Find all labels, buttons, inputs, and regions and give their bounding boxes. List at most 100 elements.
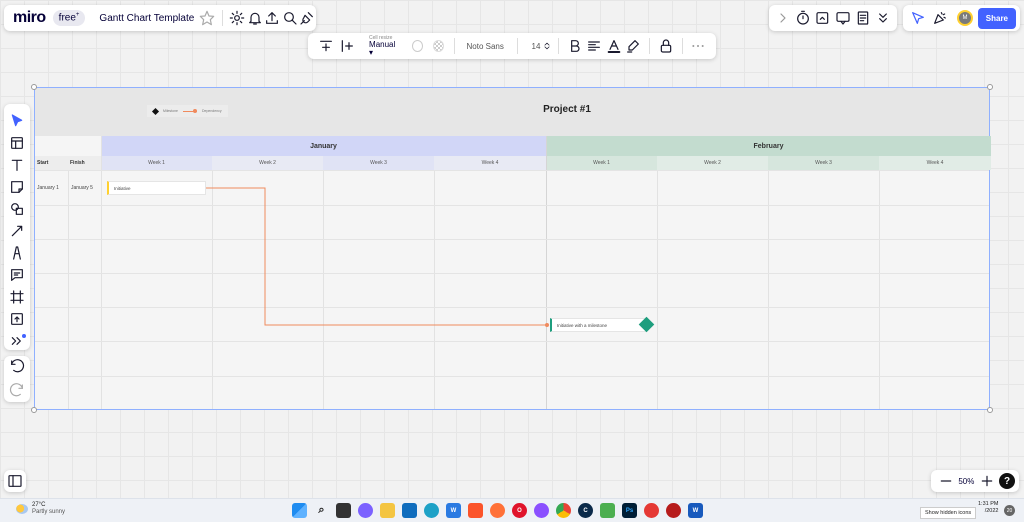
add-column-icon[interactable] bbox=[338, 35, 358, 57]
help-button[interactable]: ? bbox=[999, 473, 1015, 489]
browser-icon[interactable] bbox=[534, 503, 549, 518]
bold-icon[interactable] bbox=[565, 35, 585, 57]
avatar[interactable]: M bbox=[957, 10, 973, 26]
media-icon[interactable] bbox=[644, 503, 659, 518]
lock-icon[interactable] bbox=[656, 35, 676, 57]
week-header[interactable]: Week 2 bbox=[657, 156, 768, 170]
task-card-initiative-milestone[interactable]: Initiative with a milestone bbox=[550, 318, 646, 332]
more-options-icon[interactable] bbox=[688, 35, 708, 57]
project-title[interactable]: Project #1 bbox=[35, 104, 989, 115]
firefox-icon[interactable] bbox=[490, 503, 505, 518]
wps-icon[interactable]: W bbox=[446, 503, 461, 518]
search-icon[interactable] bbox=[281, 7, 298, 29]
resize-handle-top-left[interactable] bbox=[31, 84, 37, 90]
teams-chat-icon[interactable] bbox=[358, 503, 373, 518]
resize-handle-bottom-left[interactable] bbox=[31, 407, 37, 413]
text-tool-icon[interactable] bbox=[6, 156, 28, 175]
row-start-date[interactable]: January 1 bbox=[37, 185, 59, 191]
frame-icon[interactable] bbox=[6, 287, 28, 306]
notes-icon[interactable] bbox=[853, 7, 873, 29]
gear-icon[interactable] bbox=[229, 7, 246, 29]
bell-icon[interactable] bbox=[246, 7, 263, 29]
week-header[interactable]: Week 4 bbox=[434, 156, 546, 170]
star-icon[interactable] bbox=[198, 7, 215, 29]
resize-handle-bottom-right[interactable] bbox=[987, 407, 993, 413]
board-header: miro free+ Gantt Chart Template bbox=[4, 5, 316, 31]
connection-line-icon[interactable] bbox=[6, 222, 28, 241]
photoshop-icon[interactable]: Ps bbox=[622, 503, 637, 518]
plan-badge[interactable]: free+ bbox=[52, 10, 86, 26]
more-tools-icon[interactable] bbox=[6, 331, 28, 350]
font-size-value[interactable]: 14 bbox=[530, 42, 542, 51]
reactions-icon[interactable] bbox=[813, 7, 833, 29]
word-icon[interactable]: W bbox=[688, 503, 703, 518]
plug-icon[interactable] bbox=[299, 7, 316, 29]
select-cursor-icon[interactable] bbox=[6, 112, 28, 131]
frames-panel-toggle[interactable] bbox=[4, 470, 26, 492]
transparency-swatch[interactable] bbox=[432, 40, 444, 52]
sidebar-panel-icon bbox=[4, 470, 26, 492]
system-clock[interactable]: 1:31 PM /2022 bbox=[978, 501, 998, 514]
templates-icon[interactable] bbox=[6, 134, 28, 153]
row-finish-date[interactable]: January 5 bbox=[71, 185, 93, 191]
celebrate-icon[interactable] bbox=[929, 7, 951, 29]
redo-icon[interactable] bbox=[6, 380, 28, 402]
shapes-icon[interactable] bbox=[6, 200, 28, 219]
week-header[interactable]: Week 1 bbox=[101, 156, 212, 170]
highlight-icon[interactable] bbox=[624, 35, 644, 57]
outlook-icon[interactable] bbox=[402, 503, 417, 518]
comment-tool-icon[interactable] bbox=[6, 265, 28, 284]
double-chevron-down-icon[interactable] bbox=[873, 7, 893, 29]
recorder-icon[interactable] bbox=[666, 503, 681, 518]
task-view-icon[interactable] bbox=[336, 503, 351, 518]
notepad-icon[interactable] bbox=[600, 503, 615, 518]
search-icon[interactable]: ⌕ bbox=[314, 503, 329, 518]
chevron-right-icon[interactable] bbox=[773, 7, 793, 29]
undo-icon[interactable] bbox=[6, 356, 28, 378]
windows-start-icon[interactable] bbox=[292, 503, 307, 518]
cell-resize-value-text: Manual bbox=[369, 39, 396, 49]
cortana-icon[interactable]: C bbox=[578, 503, 593, 518]
file-explorer-icon[interactable] bbox=[380, 503, 395, 518]
board-title[interactable]: Gantt Chart Template bbox=[99, 13, 194, 24]
grid-line bbox=[35, 376, 989, 377]
week-header[interactable]: Week 3 bbox=[323, 156, 434, 170]
miro-logo[interactable]: miro bbox=[13, 9, 46, 27]
column-header-finish[interactable]: Finish bbox=[68, 156, 101, 170]
timer-icon[interactable] bbox=[793, 7, 813, 29]
zoom-out-icon[interactable] bbox=[935, 470, 957, 492]
week-header[interactable]: Week 3 bbox=[768, 156, 879, 170]
brave-icon[interactable] bbox=[468, 503, 483, 518]
weather-widget[interactable]: 27°C Partly sunny bbox=[16, 502, 65, 515]
zoom-in-icon[interactable] bbox=[976, 470, 998, 492]
sticky-note-icon[interactable] bbox=[6, 178, 28, 197]
week-header[interactable]: Week 2 bbox=[212, 156, 323, 170]
zoom-value[interactable]: 50% bbox=[958, 477, 974, 486]
chrome-icon[interactable] bbox=[556, 503, 571, 518]
month-header-january[interactable]: January bbox=[101, 136, 546, 156]
edge-icon[interactable] bbox=[424, 503, 439, 518]
align-left-icon[interactable] bbox=[585, 35, 605, 57]
add-row-icon[interactable] bbox=[316, 35, 336, 57]
tooltip-show-hidden-icons: Show hidden icons bbox=[920, 507, 977, 519]
resize-handle-top-right[interactable] bbox=[987, 84, 993, 90]
opera-icon[interactable]: O bbox=[512, 503, 527, 518]
task-card-initiative[interactable]: Initiative bbox=[107, 181, 206, 195]
share-button[interactable]: Share bbox=[977, 7, 1016, 29]
month-header-february[interactable]: February bbox=[546, 136, 991, 156]
cell-resize-select[interactable]: Cell resize Manual ▾ bbox=[369, 35, 398, 57]
text-color-icon[interactable] bbox=[604, 35, 624, 57]
upload-tool-icon[interactable] bbox=[6, 309, 28, 328]
week-header[interactable]: Week 4 bbox=[879, 156, 991, 170]
gantt-frame[interactable]: Milestone Dependency Project #1 January … bbox=[31, 84, 993, 413]
fill-color-swatch[interactable] bbox=[411, 40, 423, 52]
notification-count[interactable]: 20 bbox=[1004, 505, 1015, 516]
font-family-select[interactable]: Noto Sans bbox=[467, 42, 511, 51]
cursor-follow-icon[interactable] bbox=[907, 7, 929, 29]
pen-icon[interactable] bbox=[6, 243, 28, 262]
font-size-stepper-icon[interactable] bbox=[542, 35, 552, 57]
column-header-start[interactable]: Start bbox=[35, 156, 68, 170]
comment-icon[interactable] bbox=[833, 7, 853, 29]
week-header[interactable]: Week 1 bbox=[546, 156, 657, 170]
upload-icon[interactable] bbox=[264, 7, 281, 29]
